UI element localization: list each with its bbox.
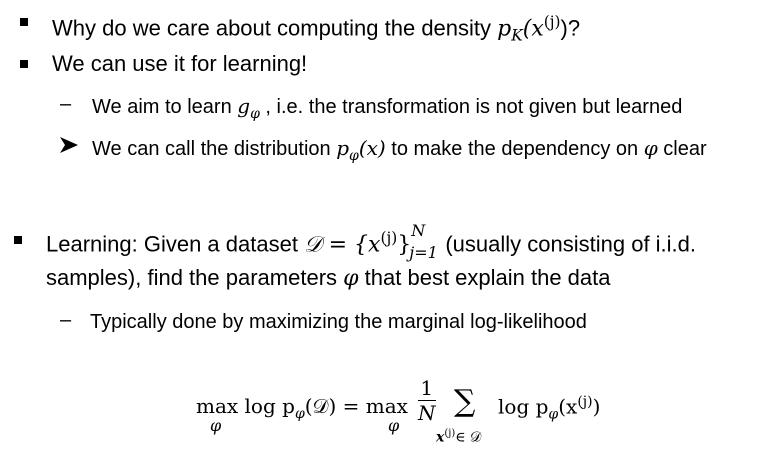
density-p: p [497,16,512,42]
sub-bullet-2-post: to make the dependency on [385,138,644,160]
phi-symbol: φ [643,136,658,160]
density-end: )? [560,15,581,41]
dash-bullet: – [60,309,72,331]
p-symbol: p [336,136,350,160]
density-sub: K [511,26,523,45]
dash-bullet: – [60,93,72,115]
sub-bullet-3: Typically done by maximizing the margina… [90,308,587,336]
bullet-square-icon [14,236,22,244]
bullet-3-pre: Learning: Given a dataset [46,231,305,257]
eq-fraction: 1 N [418,376,436,425]
sub-bullet-1-post: , i.e. the transformation is not given b… [259,96,683,118]
sub-bullet-2: We can call the distribution pφ(x) to ma… [92,134,707,170]
bullet-square-icon [20,60,28,68]
bullet-2: We can use it for learning! [52,50,307,78]
bullet-square-icon [20,18,28,26]
eq-sum-under-end: ∈ 𝒟 [455,429,482,446]
bullet-1: Why do we care about computing the densi… [52,8,580,50]
log-likelihood-equation: max log pφ(𝒟) = max φ φ 1 N ∑ x(j)∈ 𝒟 lo… [196,376,626,456]
bullet-3-post: (usually consisting of i.i.d. [439,231,697,257]
sub-bullet-1-pre: We aim to learn [92,96,238,118]
eq-lhs: max log p [196,394,295,418]
eq-rhs-sub: φ [548,406,559,423]
dataset-sup: (j) [380,229,398,247]
sub-bullet-1: We aim to learn gφ , i.e. the transforma… [92,92,682,128]
bullet-3-line2-post: that best explain the data [358,265,611,290]
eq-rhs-log: log p [498,394,549,419]
equation-main: max log pφ(𝒟) = max [196,394,408,422]
bullet-1-text: Why do we care about computing the densi… [52,15,498,41]
eq-rhs-end: ) [592,394,601,419]
bullet-3-line2-pre: samples), find the parameters [46,265,344,290]
sub-bullet-2-end: clear [657,138,707,160]
phi-symbol: φ [343,266,359,291]
density-arg: (x [522,16,544,42]
slide: Why do we care about computing the densi… [0,0,782,460]
eq-lhs-sub: φ [294,406,305,422]
arrow-bullet-icon [60,136,78,159]
eq-frac-num: 1 [418,376,436,401]
bullet-3-line-1: Learning: Given a dataset 𝒟 = {x(j)} Nj=1… [46,221,697,262]
p-sub-phi: φ [349,148,359,164]
dataset-limits: Nj=1 [409,221,439,262]
eq-under-max-2: φ [388,416,400,435]
density-sup: (j) [543,13,561,31]
eq-frac-den: N [418,401,436,425]
dataset-set: 𝒟 = {x [304,232,381,258]
eq-sum-under: x(j)∈ 𝒟 [436,428,481,446]
eq-rhs: log pφ(x(j)) [498,394,600,423]
eq-rhs-arg: (x [558,394,578,419]
bullet-3-line-2: samples), find the parameters φ that bes… [46,264,611,293]
g-symbol: g [237,94,251,118]
g-sub-phi: φ [250,106,260,122]
eq-lhs-arg: (𝒟) = max [304,394,408,418]
eq-sum-under-sup: (j) [444,428,456,439]
p-arg: (x) [358,136,386,160]
sub-bullet-2-pre: We can call the distribution [92,138,337,160]
eq-sum: ∑ [454,384,476,419]
bullet-2-text: We can use it for learning! [52,51,308,76]
sub-bullet-3-text: Typically done by maximizing the margina… [90,311,587,333]
eq-under-max-1: φ [210,416,222,435]
eq-rhs-sup: (j) [577,394,593,410]
